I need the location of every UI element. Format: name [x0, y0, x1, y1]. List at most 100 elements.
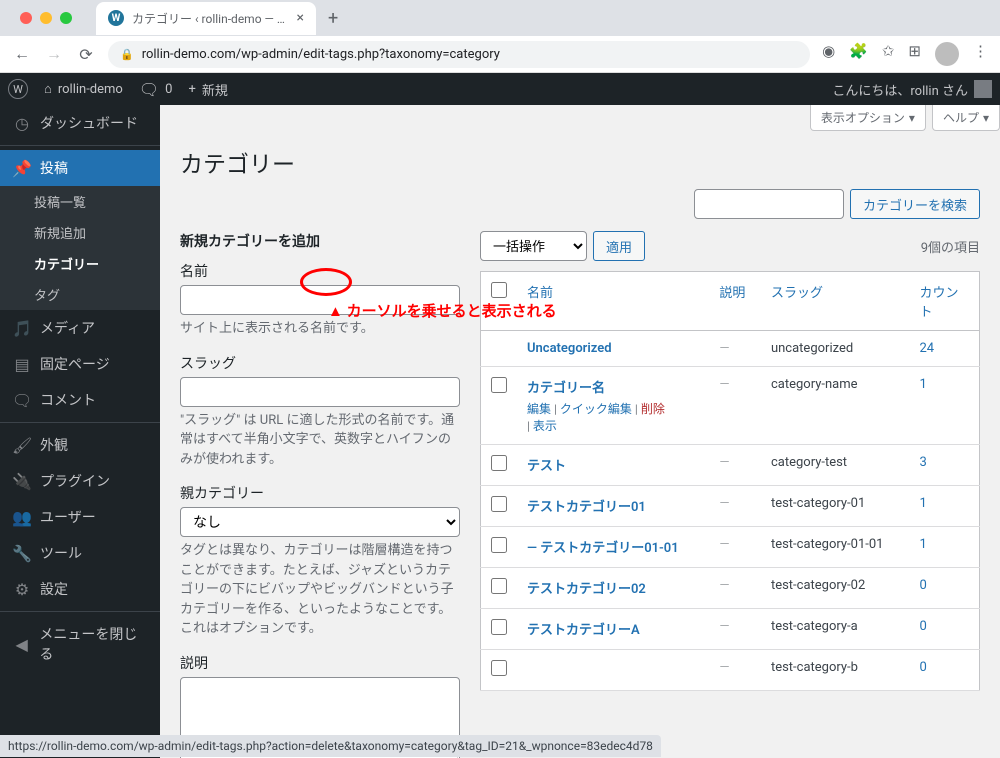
- category-name-link[interactable]: Uncategorized: [527, 341, 612, 356]
- view-link[interactable]: 表示: [533, 419, 557, 433]
- menu-users[interactable]: 👥ユーザー: [0, 499, 160, 535]
- search-categories-button[interactable]: カテゴリーを検索: [850, 189, 980, 219]
- name-input[interactable]: [180, 285, 460, 315]
- menu-posts[interactable]: 📌投稿: [0, 150, 160, 186]
- category-name-link[interactable]: カテゴリー名: [527, 381, 605, 396]
- submenu-tags[interactable]: タグ: [0, 279, 160, 310]
- category-name-link[interactable]: テストカテゴリー01: [527, 500, 646, 515]
- menu-pages[interactable]: ▤固定ページ: [0, 346, 160, 382]
- user-greeting[interactable]: こんにちは、rollin さん: [832, 80, 992, 99]
- address-bar: ← → ⟳ 🔒 rollin-demo.com/wp-admin/edit-ta…: [0, 36, 1000, 72]
- parent-select[interactable]: なし: [180, 507, 460, 537]
- slug-value: test-category-b: [761, 650, 910, 691]
- menu-collapse[interactable]: ◀メニューを閉じる: [0, 616, 160, 672]
- plug-icon: 🔌: [12, 472, 32, 491]
- table-row: テストカテゴリーA—test-category-a0: [481, 609, 980, 650]
- help-tab[interactable]: ヘルプ▾: [932, 105, 1000, 131]
- bookmark-icon[interactable]: ✩: [882, 42, 895, 66]
- select-all-checkbox[interactable]: [491, 282, 507, 298]
- desc-value: —: [719, 455, 729, 470]
- count-link[interactable]: 0: [920, 619, 927, 634]
- table-row: テスト—category-test3: [481, 445, 980, 486]
- count-link[interactable]: 24: [920, 341, 935, 356]
- row-checkbox[interactable]: [491, 578, 507, 594]
- row-checkbox[interactable]: [491, 619, 507, 635]
- category-name-link[interactable]: テスト: [527, 459, 566, 474]
- count-link[interactable]: 3: [920, 455, 927, 470]
- extension-icon[interactable]: ◉: [822, 42, 835, 66]
- menu-tools[interactable]: 🔧ツール: [0, 535, 160, 571]
- sliders-icon: ⚙: [12, 580, 32, 599]
- menu-settings[interactable]: ⚙設定: [0, 571, 160, 607]
- maximize-window-icon[interactable]: [60, 12, 72, 24]
- slug-input[interactable]: [180, 377, 460, 407]
- category-name-link[interactable]: テストカテゴリーA: [527, 623, 640, 638]
- new-content-link[interactable]: +新規: [188, 80, 227, 99]
- parent-label: 親カテゴリー: [180, 483, 460, 503]
- count-link[interactable]: 1: [920, 537, 927, 552]
- desc-value: —: [719, 537, 729, 552]
- apply-bulk-button[interactable]: 適用: [593, 231, 645, 261]
- wp-main: 表示オプション▾ ヘルプ▾ カテゴリー カテゴリーを検索 新規カテゴリーを追加 …: [160, 105, 1000, 758]
- row-checkbox[interactable]: [491, 537, 507, 553]
- menu-dashboard[interactable]: ◷ダッシュボード: [0, 105, 160, 141]
- menu-appearance[interactable]: 🖌外観: [0, 427, 160, 463]
- delete-link[interactable]: 削除: [641, 402, 665, 416]
- menu-icon[interactable]: ⋮: [973, 42, 988, 66]
- plus-icon: +: [188, 82, 195, 97]
- row-checkbox[interactable]: [491, 660, 507, 676]
- brush-icon: 🖌: [12, 436, 32, 455]
- menu-media[interactable]: 🎵メディア: [0, 310, 160, 346]
- count-link[interactable]: 1: [920, 496, 927, 511]
- row-checkbox[interactable]: [491, 377, 507, 393]
- minimize-window-icon[interactable]: [40, 12, 52, 24]
- tab-title: カテゴリー ‹ rollin-demo — Wor…: [132, 10, 289, 27]
- submenu-new-post[interactable]: 新規追加: [0, 217, 160, 248]
- profile-avatar[interactable]: [935, 42, 959, 66]
- extensions-menu-icon[interactable]: 🧩: [849, 42, 868, 66]
- back-icon[interactable]: ←: [12, 44, 32, 64]
- browser-tab[interactable]: W カテゴリー ‹ rollin-demo — Wor… ×: [96, 2, 316, 35]
- category-name-link[interactable]: テストカテゴリー02: [527, 582, 646, 597]
- row-actions: 編集 | クイック編集 | 削除| 表示: [527, 400, 699, 434]
- slug-value: test-category-01-01: [761, 527, 910, 568]
- url-field[interactable]: 🔒 rollin-demo.com/wp-admin/edit-tags.php…: [108, 41, 810, 68]
- bulk-action-select[interactable]: 一括操作: [480, 231, 587, 261]
- row-checkbox[interactable]: [491, 496, 507, 512]
- parent-help: タグとは異なり、カテゴリーは階層構造を持つことができます。たとえば、ジャズという…: [180, 541, 460, 639]
- count-link[interactable]: 0: [920, 578, 927, 593]
- row-checkbox[interactable]: [491, 455, 507, 471]
- forward-icon[interactable]: →: [44, 44, 64, 64]
- comment-icon: 🗨: [139, 80, 159, 99]
- desc-value: —: [719, 341, 729, 356]
- posts-submenu: 投稿一覧 新規追加 カテゴリー タグ: [0, 186, 160, 310]
- menu-plugins[interactable]: 🔌プラグイン: [0, 463, 160, 499]
- window-controls[interactable]: [8, 12, 84, 24]
- slug-value: test-category-02: [761, 568, 910, 609]
- count-link[interactable]: 0: [920, 660, 927, 675]
- quick-edit-link[interactable]: クイック編集: [560, 402, 632, 416]
- menu-comments[interactable]: 🗨コメント: [0, 382, 160, 418]
- comments-link[interactable]: 🗨0: [139, 80, 173, 99]
- edit-link[interactable]: 編集: [527, 402, 551, 416]
- wp-logo-menu[interactable]: W: [8, 79, 28, 99]
- screen-options-tab[interactable]: 表示オプション▾: [810, 105, 926, 131]
- wp-admin-bar: W ⌂rollin-demo 🗨0 +新規 こんにちは、rollin さん: [0, 73, 1000, 105]
- submenu-categories[interactable]: カテゴリー: [0, 248, 160, 279]
- name-label: 名前: [180, 261, 460, 281]
- submenu-all-posts[interactable]: 投稿一覧: [0, 186, 160, 217]
- category-name-link[interactable]: — テストカテゴリー01-01: [527, 541, 679, 556]
- count-link[interactable]: 1: [920, 377, 927, 392]
- category-search-input[interactable]: [694, 189, 844, 219]
- wordpress-logo-icon: W: [8, 79, 28, 99]
- site-name-link[interactable]: ⌂rollin-demo: [44, 81, 123, 97]
- new-tab-button[interactable]: +: [316, 8, 350, 29]
- desc-value: —: [719, 578, 729, 593]
- extension-icon[interactable]: ⊞: [908, 42, 921, 66]
- close-window-icon[interactable]: [20, 12, 32, 24]
- close-tab-icon[interactable]: ×: [297, 10, 304, 26]
- url-text: rollin-demo.com/wp-admin/edit-tags.php?t…: [142, 47, 500, 62]
- reload-icon[interactable]: ⟳: [76, 45, 96, 64]
- search-row: カテゴリーを検索: [180, 189, 980, 219]
- desc-label: 説明: [180, 653, 460, 673]
